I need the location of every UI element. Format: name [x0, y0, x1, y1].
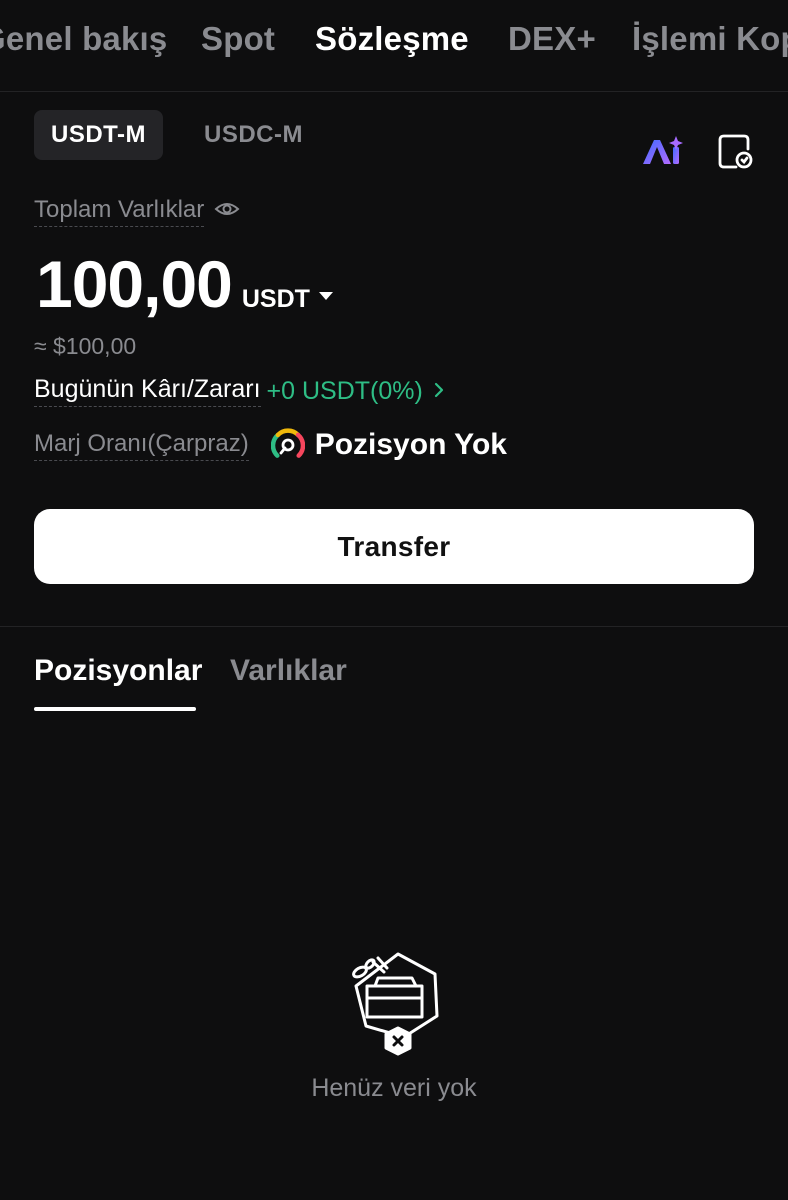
- tab-usdt-m[interactable]: USDT-M: [34, 110, 163, 160]
- today-pnl-label: Bugünün Kârı/Zararı: [34, 375, 261, 407]
- chevron-right-icon: [433, 377, 445, 406]
- contract-assets-screen: Genel bakış Spot Sözleşme DEX+ İşlemi Ko…: [0, 0, 788, 1200]
- ai-icon[interactable]: [640, 130, 684, 174]
- caret-down-icon[interactable]: [318, 292, 333, 300]
- margin-ratio-label: Marj Oranı(Çarpraz): [34, 430, 249, 461]
- today-pnl-row[interactable]: Bugünün Kârı/Zararı +0 USDT(0%): [34, 375, 445, 407]
- nav-tab-dex[interactable]: DEX+: [508, 20, 596, 58]
- usd-approx: ≈ $100,00: [34, 333, 137, 359]
- nav-tab-contract[interactable]: Sözleşme: [315, 20, 469, 58]
- balance-unit-selector[interactable]: USDT: [242, 285, 310, 314]
- total-assets-label-row: Toplam Varlıklar: [34, 196, 240, 227]
- active-tab-indicator: [34, 707, 196, 711]
- top-nav: Genel bakış Spot Sözleşme DEX+ İşlemi Ko…: [0, 0, 788, 92]
- transfer-button[interactable]: Transfer: [34, 509, 754, 584]
- tab-positions[interactable]: Pozisyonlar: [34, 654, 202, 688]
- today-pnl-value: +0 USDT(0%): [266, 376, 423, 405]
- total-assets-label: Toplam Varlıklar: [34, 196, 205, 227]
- tab-assets[interactable]: Varlıklar: [230, 654, 347, 688]
- empty-box-icon: [340, 950, 450, 1060]
- margin-gauge-icon: [270, 428, 305, 462]
- empty-state-text: Henüz veri yok: [311, 1074, 477, 1102]
- margin-ratio-row: Marj Oranı(Çarpraz) Pozisyon Yok: [34, 428, 507, 462]
- balance-row: 100,00 USDT: [36, 246, 333, 322]
- nav-tab-copy-trading[interactable]: İşlemi Kopyala: [632, 20, 788, 58]
- tab-usdc-m[interactable]: USDC-M: [187, 110, 320, 160]
- contract-settings-icon[interactable]: [714, 130, 758, 174]
- section-divider: [0, 626, 788, 627]
- balance-amount: 100,00: [36, 247, 233, 321]
- nav-tab-spot[interactable]: Spot: [201, 20, 275, 58]
- eye-icon[interactable]: [214, 196, 240, 227]
- nav-tab-overview[interactable]: Genel bakış: [0, 20, 167, 58]
- margin-ratio-status: Pozisyon Yok: [314, 428, 507, 461]
